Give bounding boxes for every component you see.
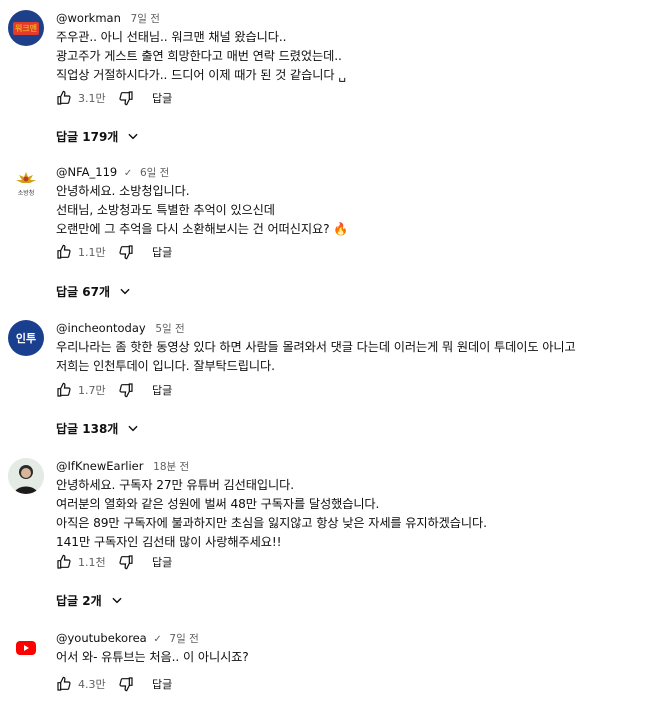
person-photo-icon xyxy=(8,458,44,494)
chevron-down-icon xyxy=(120,288,130,295)
dislike-icon[interactable] xyxy=(118,382,134,398)
comment-author[interactable]: @workman xyxy=(56,11,121,25)
comment-line: 선태님, 소방청과도 특별한 추억이 있으신데 xyxy=(56,203,275,217)
avatar[interactable]: 소방청 xyxy=(8,166,44,202)
comment-line: 오랜만에 그 추억을 다시 소환해보시는 건 어떠신지요? 🔥 xyxy=(56,222,349,236)
dislike-icon[interactable] xyxy=(118,90,134,106)
reply-button[interactable]: 답글 xyxy=(152,676,172,692)
comment-line: 직업상 거절하시다가.. 드디어 이제 때가 된 것 같습니다 ␣ xyxy=(56,68,346,82)
reply-button[interactable]: 답글 xyxy=(152,90,172,106)
like-icon[interactable] xyxy=(56,382,72,398)
view-replies-button[interactable]: 답글 179개 xyxy=(56,124,140,148)
comment-text: 안녕하세요. 구독자 27만 유튜버 김선태입니다. 여러분의 열화와 같은 성… xyxy=(56,476,648,552)
comment-line: 주우관.. 아니 선태님.. 워크맨 채널 왔습니다.. xyxy=(56,30,287,44)
dislike-icon[interactable] xyxy=(118,244,134,260)
comment-author[interactable]: @NFA_119 xyxy=(56,165,117,179)
comment-time[interactable]: 7일 전 xyxy=(131,13,160,25)
view-replies-button[interactable]: 답글 2개 xyxy=(56,588,124,612)
comment-line: 안녕하세요. 소방청입니다. xyxy=(56,184,190,198)
comment-author[interactable]: @IfKnewEarlier xyxy=(56,459,144,473)
replies-label: 답글 2개 xyxy=(56,593,102,608)
comment-text: 우리나라는 좀 핫한 동영상 있다 하면 사람들 몰려와서 댓글 다는데 이러는… xyxy=(56,338,648,376)
chevron-down-icon xyxy=(112,597,122,604)
chevron-down-icon xyxy=(128,133,138,140)
like-icon[interactable] xyxy=(56,554,72,570)
replies-label: 답글 67개 xyxy=(56,284,110,299)
comment-text: 어서 와- 유튜브는 처음.. 이 아니시죠? xyxy=(56,648,648,667)
replies-label: 답글 138개 xyxy=(56,421,119,436)
comment-text: 안녕하세요. 소방청입니다. 선태님, 소방청과도 특별한 추억이 있으신데 오… xyxy=(56,182,648,239)
like-count: 1.1만 xyxy=(78,246,106,259)
comment-line: 어서 와- 유튜브는 처음.. 이 아니시죠? xyxy=(56,650,249,664)
avatar[interactable] xyxy=(8,630,44,666)
comment-line: 우리나라는 좀 핫한 동영상 있다 하면 사람들 몰려와서 댓글 다는데 이러는… xyxy=(56,340,576,354)
view-replies-button[interactable]: 답글 67개 xyxy=(56,279,132,303)
comment-author[interactable]: @youtubekorea xyxy=(56,631,147,645)
like-icon[interactable] xyxy=(56,244,72,260)
avatar[interactable] xyxy=(8,458,44,494)
verified-check-icon: ✓ xyxy=(123,168,133,179)
avatar-logo-text: 인투 xyxy=(15,332,37,345)
comment-text: 주우관.. 아니 선태님.. 워크맨 채널 왔습니다.. 광고주가 게스트 출연… xyxy=(56,28,648,85)
avatar-logo-text: 소방청 xyxy=(17,190,35,197)
reply-button[interactable]: 답글 xyxy=(152,382,172,398)
reply-button[interactable]: 답글 xyxy=(152,554,172,570)
comment-time[interactable]: 7일 전 xyxy=(169,633,198,645)
fire-agency-emblem-icon xyxy=(16,172,36,183)
avatar-logo-text: 워크맨 xyxy=(12,21,40,35)
comment-time[interactable]: 6일 전 xyxy=(140,167,169,179)
chevron-down-icon xyxy=(128,425,138,432)
comment-line: 아직은 89만 구독자에 불과하지만 초심을 잃지않고 항상 낮은 자세를 유지… xyxy=(56,516,487,530)
comment-line: 여러분의 열화와 같은 성원에 벌써 48만 구독자를 달성했습니다. xyxy=(56,497,380,511)
like-count: 1.7만 xyxy=(78,384,106,397)
reply-button[interactable]: 답글 xyxy=(152,244,172,260)
comment-line: 광고주가 게스트 출연 희망한다고 매번 연락 드렸었는데.. xyxy=(56,49,342,63)
view-replies-button[interactable]: 답글 138개 xyxy=(56,416,140,440)
comment-time[interactable]: 18분 전 xyxy=(153,461,189,473)
dislike-icon[interactable] xyxy=(118,676,134,692)
like-icon[interactable] xyxy=(56,676,72,692)
verified-check-icon: ✓ xyxy=(153,634,162,645)
like-count: 4.3만 xyxy=(78,678,106,691)
avatar[interactable]: 인투 xyxy=(8,320,44,356)
dislike-icon[interactable] xyxy=(118,554,134,570)
comment-author[interactable]: @incheontoday xyxy=(56,321,146,335)
avatar[interactable]: 워크맨 xyxy=(8,10,44,46)
replies-label: 답글 179개 xyxy=(56,129,119,144)
like-icon[interactable] xyxy=(56,90,72,106)
comment-line: 안녕하세요. 구독자 27만 유튜버 김선태입니다. xyxy=(56,478,294,492)
comment-line: 저희는 인천투데이 입니다. 잘부탁드립니다. xyxy=(56,359,275,373)
youtube-logo-icon xyxy=(16,641,36,655)
like-count: 3.1만 xyxy=(78,92,106,105)
comment-time[interactable]: 5일 전 xyxy=(155,323,184,335)
like-count: 1.1천 xyxy=(78,556,106,569)
